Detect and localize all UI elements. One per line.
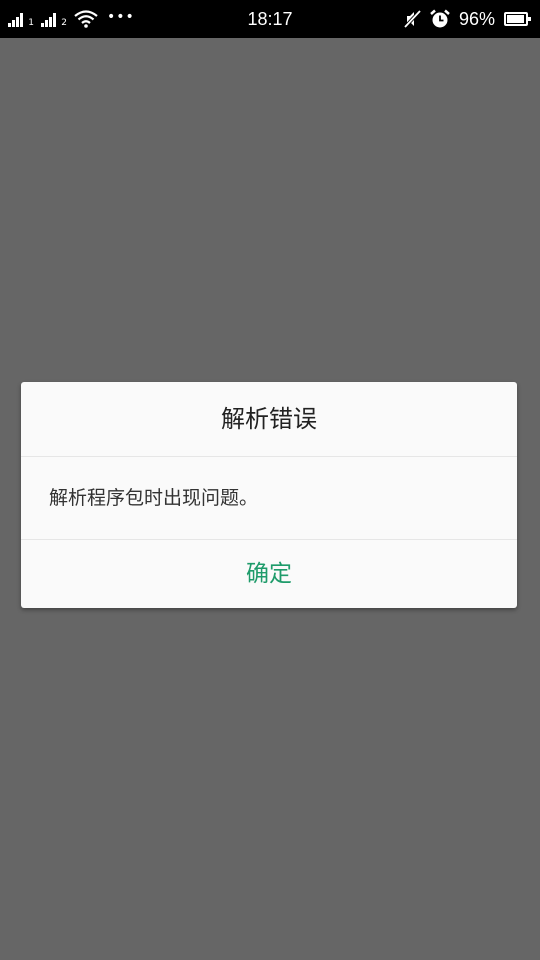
mute-icon <box>403 10 421 28</box>
status-bar: 1 2 ••• 18:17 96% <box>0 0 540 38</box>
confirm-button[interactable]: 确定 <box>21 540 517 608</box>
parse-error-dialog: 解析错误 解析程序包时出现问题。 确定 <box>21 382 517 608</box>
alarm-icon <box>430 9 450 28</box>
battery-percentage: 96% <box>458 8 495 29</box>
battery-icon <box>504 12 531 26</box>
dialog-title: 解析错误 <box>221 405 317 433</box>
battery-fill <box>507 15 524 23</box>
status-bar-right: 96% <box>403 0 532 38</box>
dialog-message: 解析程序包时出现问题。 <box>49 487 259 509</box>
